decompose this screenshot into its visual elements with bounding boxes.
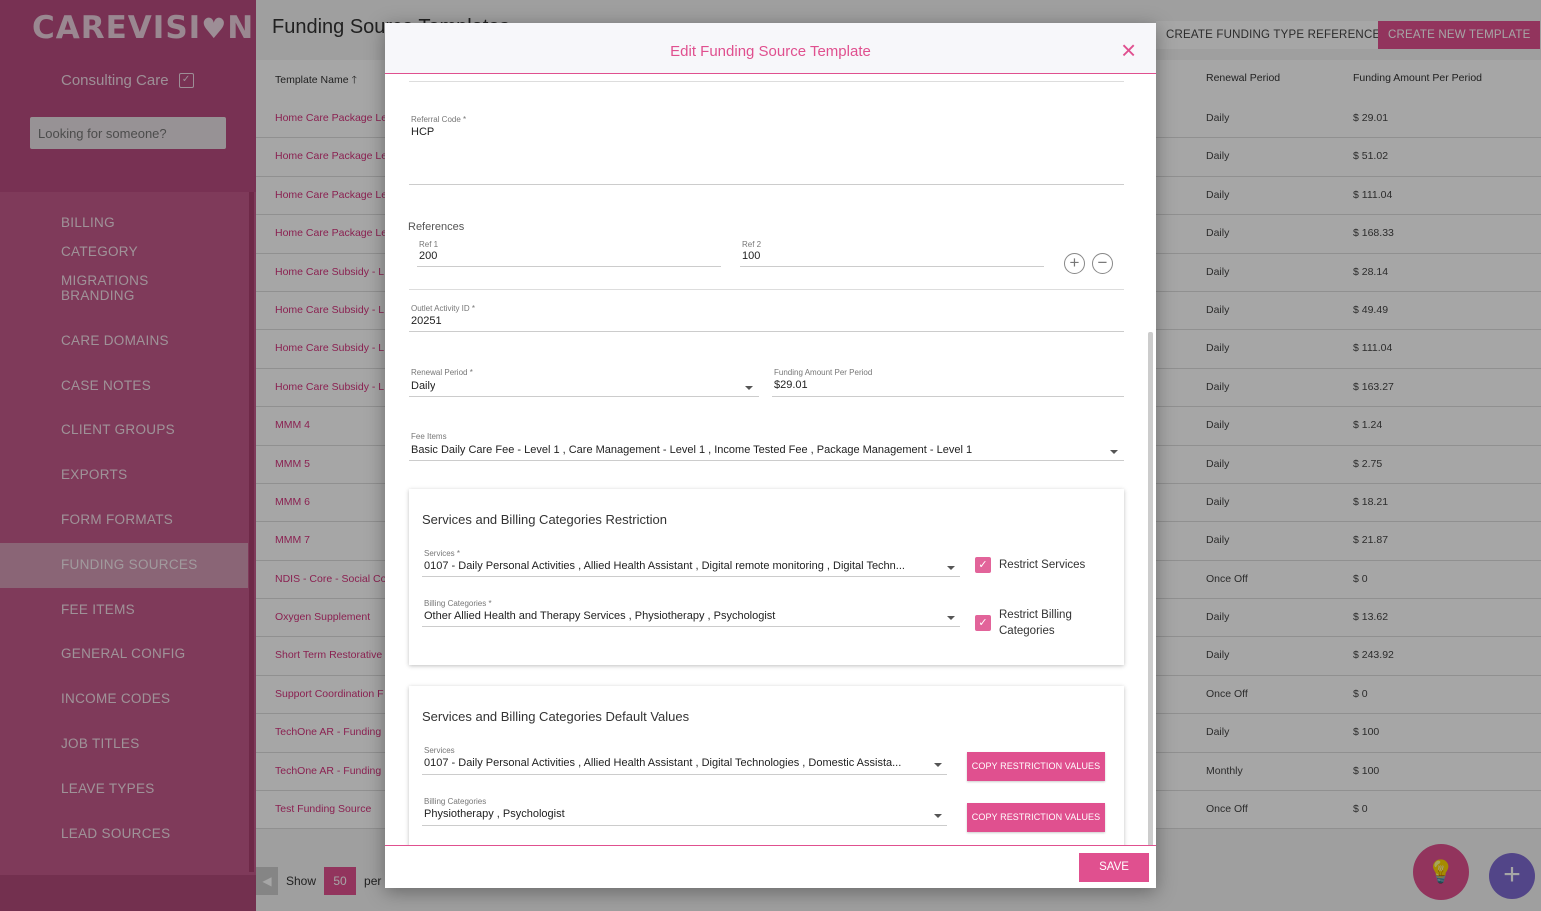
default-services-value: 0107 - Daily Personal Activities , Allie…	[424, 757, 902, 769]
outlet-activity-id-label: Outlet Activity ID *	[411, 304, 476, 313]
modal-scrollbar[interactable]	[1148, 332, 1153, 845]
chevron-down-icon	[745, 386, 753, 390]
modal-header: Edit Funding Source Template ×	[385, 23, 1156, 74]
save-button[interactable]: SAVE	[1079, 853, 1149, 882]
funding-amount-field[interactable]: Funding Amount Per Period $29.01	[772, 367, 1124, 397]
referral-code-label: Referral Code *	[411, 115, 467, 124]
ref2-value: 100	[742, 250, 761, 262]
restriction-billing-label: Billing Categories *	[424, 599, 492, 608]
defaults-card-title: Services and Billing Categories Default …	[422, 709, 690, 724]
chevron-down-icon	[947, 566, 955, 570]
funding-amount-label: Funding Amount Per Period	[774, 368, 873, 377]
restriction-billing-select[interactable]: Billing Categories * Other Allied Health…	[422, 599, 960, 627]
ref2-input[interactable]: Ref 2 100	[740, 239, 1044, 267]
referral-code-field[interactable]: Referral Code * HCP	[409, 113, 1124, 185]
copy-services-restriction-button[interactable]: COPY RESTRICTION VALUES	[967, 752, 1105, 781]
default-billing-select[interactable]: Billing Categories Physiotherapy , Psych…	[422, 797, 947, 826]
ref1-value: 200	[419, 250, 438, 262]
restriction-card-title: Services and Billing Categories Restrict…	[422, 512, 667, 527]
modal-body: Referral Code * HCP References Ref 1 200…	[385, 75, 1156, 845]
chevron-down-icon	[947, 616, 955, 620]
defaults-card: Services and Billing Categories Default …	[409, 686, 1124, 845]
divider	[409, 81, 1124, 82]
restriction-card: Services and Billing Categories Restrict…	[409, 489, 1124, 665]
restrict-billing-label: Restrict Billing Categories	[999, 609, 1072, 637]
chevron-down-icon	[1110, 450, 1118, 454]
renewal-period-label: Renewal Period *	[411, 368, 473, 377]
references-label: References	[408, 221, 465, 233]
ref2-label: Ref 2	[742, 240, 762, 249]
default-billing-value: Physiotherapy , Psychologist	[424, 808, 565, 820]
restriction-services-value: 0107 - Daily Personal Activities , Allie…	[424, 560, 905, 572]
default-billing-label: Billing Categories	[424, 797, 487, 806]
restrict-services-checkbox[interactable]: ✓	[975, 557, 991, 573]
modal-title: Edit Funding Source Template	[670, 43, 871, 60]
referral-code-value: HCP	[411, 126, 435, 138]
outlet-activity-id-value: 20251	[411, 315, 442, 327]
restrict-services-label: Restrict Services	[999, 559, 1086, 571]
renewal-period-select[interactable]: Renewal Period * Daily	[409, 367, 759, 397]
ref1-label: Ref 1	[419, 240, 439, 249]
fee-items-label: Fee Items	[411, 432, 447, 441]
add-reference-icon[interactable]: +	[1064, 253, 1085, 274]
default-services-label: Services	[424, 746, 455, 755]
restriction-services-select[interactable]: Services * 0107 - Daily Personal Activit…	[422, 549, 960, 577]
default-services-select[interactable]: Services 0107 - Daily Personal Activitie…	[422, 746, 947, 775]
renewal-period-value: Daily	[411, 380, 436, 392]
ref1-input[interactable]: Ref 1 200	[417, 239, 721, 267]
fee-items-select[interactable]: Fee Items Basic Daily Care Fee - Level 1…	[409, 432, 1124, 461]
close-icon[interactable]: ×	[1121, 37, 1136, 63]
chevron-down-icon	[934, 814, 942, 818]
funding-amount-value: $29.01	[774, 379, 808, 391]
fee-items-value: Basic Daily Care Fee - Level 1 , Care Ma…	[411, 444, 973, 456]
modal-footer: SAVE	[385, 845, 1156, 888]
remove-reference-icon[interactable]: −	[1092, 253, 1113, 274]
chevron-down-icon	[934, 763, 942, 767]
restrict-billing-checkbox[interactable]: ✓	[975, 615, 991, 631]
divider	[409, 289, 1124, 290]
restriction-services-label: Services *	[424, 549, 461, 558]
restriction-billing-value: Other Allied Health and Therapy Services…	[424, 610, 776, 622]
outlet-activity-id-field[interactable]: Outlet Activity ID * 20251	[409, 303, 1124, 332]
copy-billing-restriction-button[interactable]: COPY RESTRICTION VALUES	[967, 803, 1105, 832]
edit-template-modal: Edit Funding Source Template × Referral …	[385, 23, 1156, 888]
